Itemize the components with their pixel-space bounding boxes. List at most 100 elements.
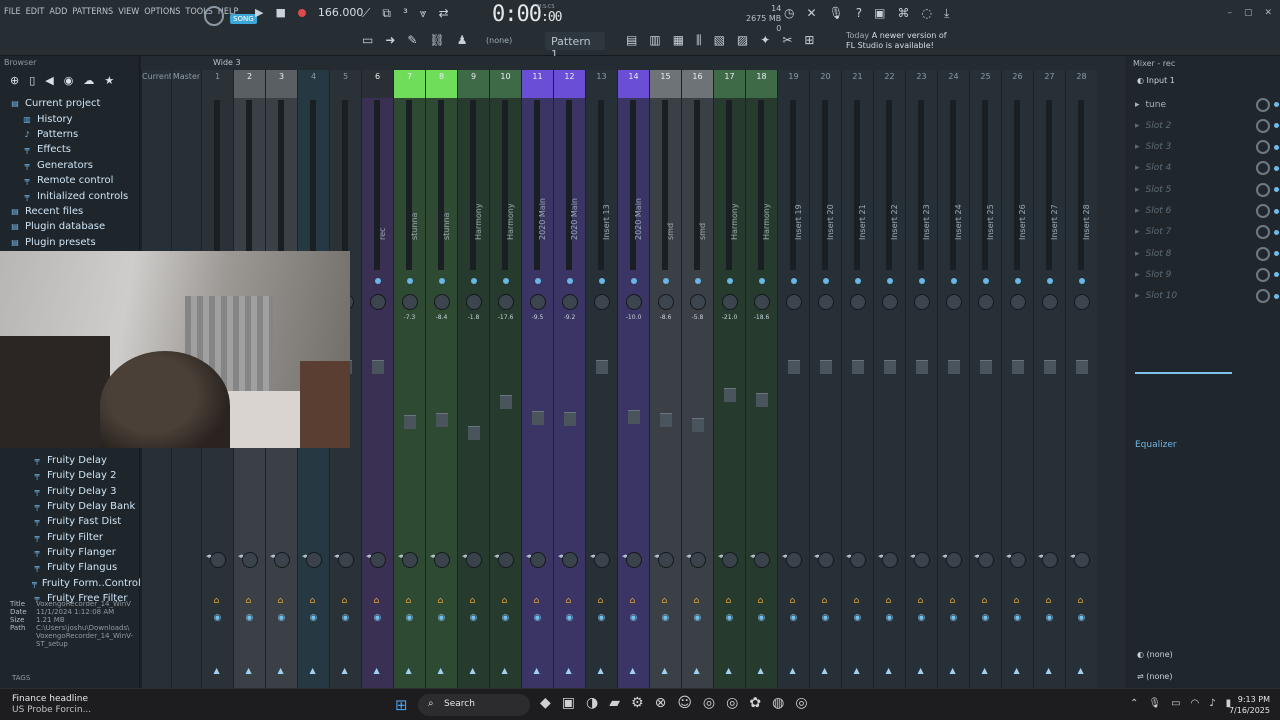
slot-enable-led[interactable] bbox=[1274, 272, 1279, 278]
route-icon[interactable]: ⌂ bbox=[790, 596, 796, 606]
send-icon[interactable]: ◉ bbox=[278, 613, 286, 623]
chrome-icon[interactable]: ◎ bbox=[703, 695, 715, 711]
save-icon[interactable]: ▣ bbox=[874, 6, 885, 21]
strip-label[interactable]: Harmony bbox=[730, 203, 739, 240]
task-view-icon[interactable]: ▣ bbox=[562, 695, 575, 711]
route-icon[interactable]: ⌂ bbox=[214, 596, 220, 606]
route-arrow-icon[interactable]: ▲ bbox=[246, 666, 252, 675]
strip-label[interactable]: Insert 24 bbox=[954, 204, 963, 240]
send-icon[interactable]: ◉ bbox=[662, 613, 670, 623]
mixer-strip[interactable]: 14 2020 Main -10.0 ◂▸ ⌂ ◉ ▲ bbox=[617, 70, 649, 688]
equalizer-label[interactable]: Equalizer bbox=[1135, 440, 1177, 450]
stop-button[interactable]: ■ bbox=[275, 6, 285, 19]
send-icon[interactable]: ◉ bbox=[534, 613, 542, 623]
plugins-icon[interactable]: ⌘ bbox=[898, 6, 910, 21]
route-icon[interactable]: ⌂ bbox=[438, 596, 444, 606]
pan-knob[interactable] bbox=[1073, 294, 1090, 310]
mixer-strip[interactable]: 28 Insert 28 ◂▸ ⌂ ◉ ▲ bbox=[1065, 70, 1097, 688]
volume-fader[interactable] bbox=[627, 410, 640, 424]
route-icon[interactable]: ⌂ bbox=[1014, 596, 1020, 606]
route-arrow-icon[interactable]: ▲ bbox=[502, 666, 508, 675]
send-icon[interactable]: ◉ bbox=[310, 613, 318, 623]
plugin-item[interactable]: ╤ Fruity Delay 2 bbox=[32, 468, 140, 483]
browser-item[interactable]: ▤ Plugin presets bbox=[10, 235, 136, 250]
mixer-strip[interactable]: 21 Insert 21 ◂▸ ⌂ ◉ ▲ bbox=[841, 70, 873, 688]
strip-label[interactable]: Insert 22 bbox=[890, 204, 899, 240]
slot-mix-knob[interactable] bbox=[1256, 140, 1270, 155]
route-icon[interactable]: ⌂ bbox=[278, 596, 284, 606]
pan-knob[interactable] bbox=[433, 294, 450, 310]
route-icon[interactable]: ⌂ bbox=[630, 596, 636, 606]
mute-led[interactable] bbox=[982, 278, 989, 284]
stereo-knob[interactable] bbox=[1041, 552, 1058, 568]
strip-label[interactable]: Insert 26 bbox=[1018, 204, 1027, 240]
xbox-icon[interactable]: ⊗ bbox=[655, 695, 667, 711]
volume-fader[interactable] bbox=[563, 411, 576, 426]
mixer-strip[interactable]: 11 2020 Main -9.5 ◂▸ ⌂ ◉ ▲ bbox=[521, 70, 553, 688]
slot-enable-led[interactable] bbox=[1274, 251, 1279, 257]
volume-fader[interactable] bbox=[499, 394, 512, 409]
slot-mix-knob[interactable] bbox=[1256, 97, 1270, 112]
route-arrow-icon[interactable]: ▲ bbox=[278, 666, 284, 675]
route-icon[interactable]: ⌂ bbox=[822, 596, 828, 606]
strip-label[interactable]: Insert 27 bbox=[1050, 204, 1059, 240]
send-icon[interactable]: ◉ bbox=[790, 613, 798, 623]
taskbar-search[interactable]: ⌕ Search bbox=[418, 694, 530, 716]
menu-file[interactable]: FILE bbox=[4, 7, 21, 17]
route-icon[interactable]: ⌂ bbox=[374, 596, 380, 606]
playlist-window-icon[interactable]: ▤ bbox=[626, 33, 637, 48]
volume-fader[interactable] bbox=[819, 360, 832, 374]
route-icon[interactable]: ⌂ bbox=[470, 596, 476, 606]
route-icon[interactable]: ⌂ bbox=[694, 596, 700, 606]
browser-item[interactable]: ▤ Current project bbox=[10, 96, 136, 111]
pan-knob[interactable] bbox=[497, 294, 514, 310]
send-icon[interactable]: ◉ bbox=[502, 613, 510, 623]
route-icon[interactable]: ⌂ bbox=[758, 596, 764, 606]
strip-label[interactable]: Insert 25 bbox=[986, 204, 995, 240]
arrow-icon[interactable]: ➜ bbox=[385, 33, 395, 47]
volume-fader[interactable] bbox=[787, 360, 800, 374]
mixer-strip[interactable]: 16 smd -5.8 ◂▸ ⌂ ◉ ▲ bbox=[681, 70, 713, 688]
record-button[interactable] bbox=[297, 8, 306, 17]
plugin-item[interactable]: ╤ Fruity Delay 3 bbox=[32, 484, 140, 499]
maximize-icon[interactable]: ▢ bbox=[1244, 8, 1253, 18]
fl-studio-icon[interactable]: ✿ bbox=[749, 695, 761, 711]
windows-start-icon[interactable]: ⊞ bbox=[395, 696, 408, 714]
route-arrow-icon[interactable]: ▲ bbox=[726, 666, 732, 675]
send-icon[interactable]: ◉ bbox=[470, 613, 478, 623]
browser-item[interactable]: ▤ Recent files bbox=[10, 204, 136, 219]
send-icon[interactable]: ◉ bbox=[854, 613, 862, 623]
song-mode-button[interactable]: SONG bbox=[230, 14, 257, 24]
pattern-none[interactable]: (none) bbox=[486, 36, 512, 45]
pan-knob[interactable] bbox=[753, 294, 770, 310]
volume-fader[interactable] bbox=[851, 360, 864, 374]
strip-label[interactable]: 2020 Main bbox=[570, 198, 579, 240]
stereo-knob[interactable] bbox=[209, 552, 226, 568]
route-icon[interactable]: ⌂ bbox=[662, 596, 668, 606]
stereo-knob[interactable] bbox=[561, 552, 578, 568]
route-arrow-icon[interactable]: ▲ bbox=[1014, 666, 1020, 675]
send-icon[interactable]: ◉ bbox=[1014, 613, 1022, 623]
slot-enable-led[interactable] bbox=[1274, 102, 1279, 107]
tempo-display[interactable]: 166.000 bbox=[318, 6, 364, 19]
menu-edit[interactable]: EDIT bbox=[26, 7, 45, 17]
slot-enable-led[interactable] bbox=[1274, 208, 1279, 214]
pan-knob[interactable] bbox=[657, 294, 674, 310]
volume-fader[interactable] bbox=[403, 415, 416, 430]
effect-slot[interactable]: ▸ tune bbox=[1135, 94, 1279, 115]
piano-roll-icon[interactable]: ▥ bbox=[649, 33, 660, 48]
route-icon[interactable]: ⌂ bbox=[950, 596, 956, 606]
plugin-item[interactable]: ╤ Fruity Form..Controller bbox=[32, 575, 154, 590]
stereo-knob[interactable] bbox=[689, 552, 706, 568]
effect-slot[interactable]: ▸ Slot 3 bbox=[1135, 137, 1279, 158]
route-arrow-icon[interactable]: ▲ bbox=[822, 666, 828, 675]
pan-knob[interactable] bbox=[465, 294, 482, 310]
send-icon[interactable]: ◉ bbox=[950, 613, 958, 623]
volume-fader[interactable] bbox=[691, 418, 704, 433]
send-icon[interactable]: ◉ bbox=[822, 613, 830, 623]
route-icon[interactable]: ⌂ bbox=[246, 596, 252, 606]
mute-led[interactable] bbox=[950, 278, 957, 284]
browser-options-icon[interactable]: ⊕ bbox=[10, 74, 19, 87]
slot-mix-knob[interactable] bbox=[1256, 118, 1270, 133]
pan-knob[interactable] bbox=[529, 294, 546, 310]
